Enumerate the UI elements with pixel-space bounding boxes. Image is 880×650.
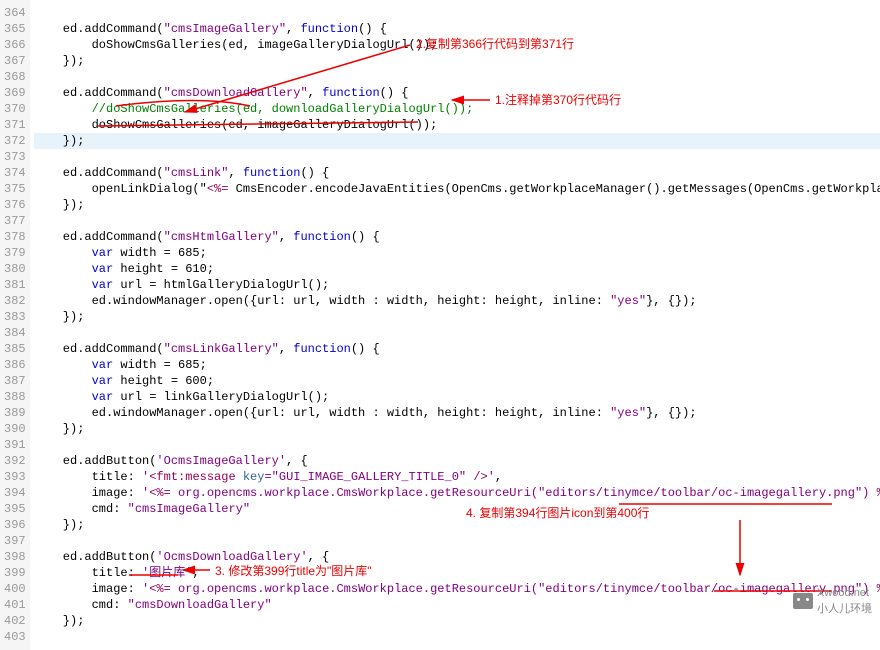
code-line[interactable]: cmd: "cmsDownloadGallery" (34, 597, 880, 613)
line-number: 399 (4, 565, 24, 581)
line-number: 382 (4, 293, 24, 309)
code-line[interactable]: image: '<%= org.opencms.workplace.CmsWor… (34, 581, 880, 597)
code-area[interactable]: ed.addCommand("cmsImageGallery", functio… (30, 0, 880, 650)
code-line[interactable]: //doShowCmsGalleries(ed, downloadGallery… (34, 101, 880, 117)
line-number: 396 (4, 517, 24, 533)
code-line[interactable]: ed.addButton('OcmsImageGallery', { (34, 453, 880, 469)
code-line[interactable]: var width = 685; (34, 245, 880, 261)
line-number: 376 (4, 197, 24, 213)
code-line[interactable]: cmd: "cmsImageGallery" (34, 501, 880, 517)
line-number: 377 (4, 213, 24, 229)
line-number: 373 (4, 149, 24, 165)
code-line[interactable]: var height = 600; (34, 373, 880, 389)
line-number: 370 (4, 101, 24, 117)
code-line[interactable] (34, 629, 880, 645)
robot-icon (793, 593, 813, 609)
line-number: 403 (4, 629, 24, 645)
line-number: 378 (4, 229, 24, 245)
line-number: 395 (4, 501, 24, 517)
line-number: 367 (4, 53, 24, 69)
code-line[interactable]: ed.windowManager.open({url: url, width :… (34, 405, 880, 421)
line-number: 379 (4, 245, 24, 261)
line-number: 384 (4, 325, 24, 341)
code-line[interactable]: }); (34, 197, 880, 213)
code-line[interactable]: }); (34, 53, 880, 69)
code-line[interactable]: ed.addButton('OcmsDownloadGallery', { (34, 549, 880, 565)
code-line[interactable]: openLinkDialog("<%= CmsEncoder.encodeJav… (34, 181, 880, 197)
line-number: 388 (4, 389, 24, 405)
line-number: 364 (4, 5, 24, 21)
code-line[interactable]: }); (34, 309, 880, 325)
line-number: 398 (4, 549, 24, 565)
code-line[interactable]: ed.addCommand("cmsImageGallery", functio… (34, 21, 880, 37)
watermark: Xwood.net 小人儿环境 (793, 585, 872, 617)
code-line[interactable] (34, 437, 880, 453)
code-line[interactable]: var url = htmlGalleryDialogUrl(); (34, 277, 880, 293)
line-number: 387 (4, 373, 24, 389)
line-number: 383 (4, 309, 24, 325)
line-number: 371 (4, 117, 24, 133)
line-number: 369 (4, 85, 24, 101)
code-line[interactable]: image: '<%= org.opencms.workplace.CmsWor… (34, 485, 880, 501)
code-line[interactable] (34, 325, 880, 341)
line-number: 375 (4, 181, 24, 197)
code-line[interactable] (34, 213, 880, 229)
code-line[interactable]: ed.windowManager.open({url: url, width :… (34, 293, 880, 309)
annotation-1: 1.注释掉第370行代码行 (495, 92, 621, 108)
line-number: 365 (4, 21, 24, 37)
line-number: 390 (4, 421, 24, 437)
line-number: 391 (4, 437, 24, 453)
code-line[interactable]: }); (34, 133, 880, 149)
code-line[interactable]: doShowCmsGalleries(ed, imageGalleryDialo… (34, 117, 880, 133)
line-number: 366 (4, 37, 24, 53)
line-number: 372 (4, 133, 24, 149)
code-line[interactable]: title: '<fmt:message key="GUI_IMAGE_GALL… (34, 469, 880, 485)
code-line[interactable]: }); (34, 613, 880, 629)
code-line[interactable]: ed.addCommand("cmsHtmlGallery", function… (34, 229, 880, 245)
line-number: 402 (4, 613, 24, 629)
line-number: 389 (4, 405, 24, 421)
line-gutter: 3643653663673683693703713723733743753763… (0, 0, 30, 650)
line-number: 381 (4, 277, 24, 293)
watermark-bottom: 小人儿环境 (817, 601, 872, 617)
line-number: 400 (4, 581, 24, 597)
code-line[interactable]: var url = linkGalleryDialogUrl(); (34, 389, 880, 405)
annotation-4: 4. 复制第394行图片icon到第400行 (466, 505, 649, 521)
line-number: 394 (4, 485, 24, 501)
line-number: 401 (4, 597, 24, 613)
code-line[interactable] (34, 149, 880, 165)
line-number: 397 (4, 533, 24, 549)
code-line[interactable] (34, 533, 880, 549)
line-number: 380 (4, 261, 24, 277)
annotation-2: 2.复制第366行代码到第371行 (416, 36, 574, 52)
code-line[interactable]: ed.addCommand("cmsLink", function() { (34, 165, 880, 181)
line-number: 386 (4, 357, 24, 373)
code-line[interactable]: title: '图片库', (34, 565, 880, 581)
code-line[interactable]: var height = 610; (34, 261, 880, 277)
code-line[interactable]: ed.addCommand("cmsLinkGallery", function… (34, 341, 880, 357)
line-number: 368 (4, 69, 24, 85)
line-number: 385 (4, 341, 24, 357)
code-line[interactable]: }); (34, 517, 880, 533)
code-editor[interactable]: 3643653663673683693703713723733743753763… (0, 0, 880, 650)
code-line[interactable] (34, 5, 880, 21)
line-number: 393 (4, 469, 24, 485)
line-number: 392 (4, 453, 24, 469)
watermark-top: Xwood.net (817, 585, 872, 601)
annotation-3: 3. 修改第399行title为"图片库" (215, 563, 372, 579)
code-line[interactable]: }); (34, 421, 880, 437)
code-line[interactable]: var width = 685; (34, 357, 880, 373)
code-line[interactable]: ed.addCommand("cmsDownloadGallery", func… (34, 85, 880, 101)
line-number: 374 (4, 165, 24, 181)
code-line[interactable] (34, 69, 880, 85)
